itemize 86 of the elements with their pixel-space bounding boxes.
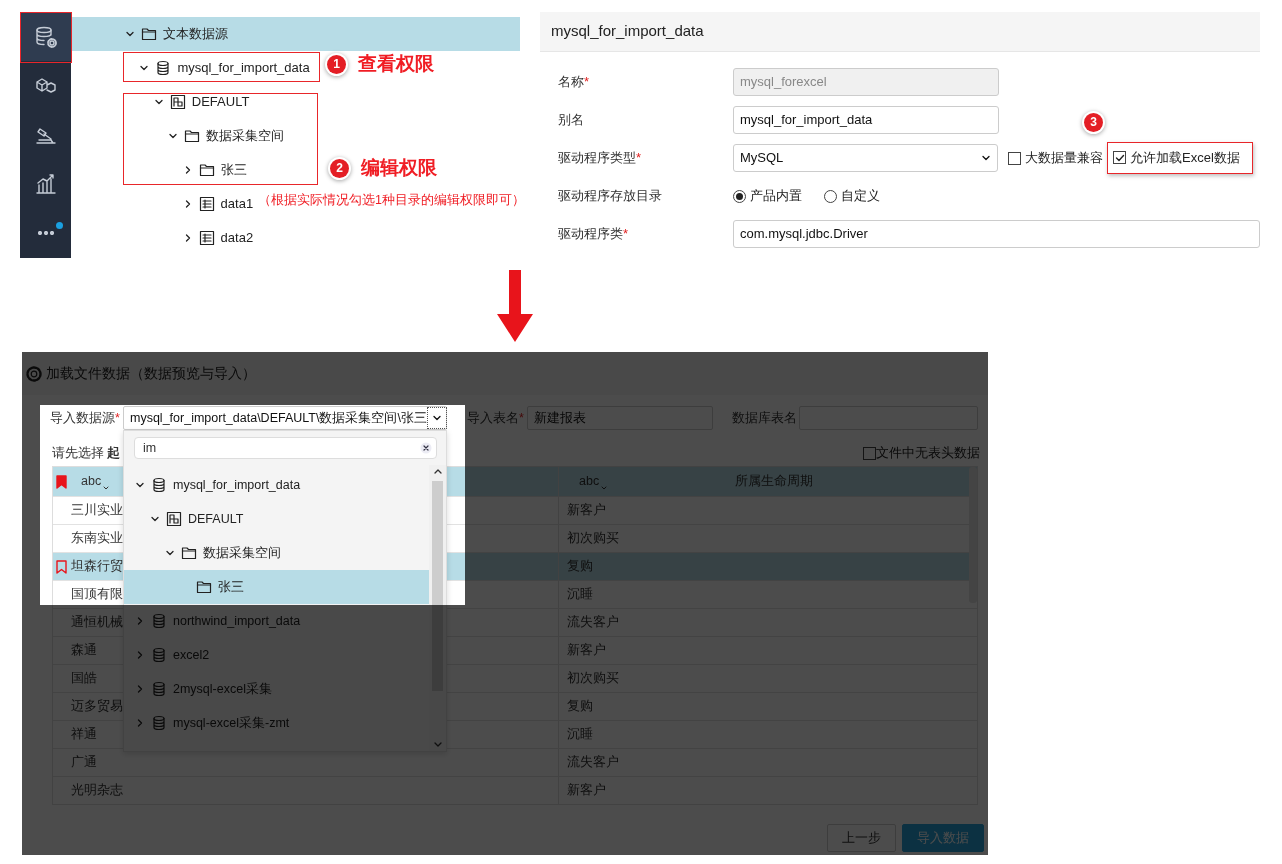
checkbox-option[interactable]: 大数据量兼容 <box>1008 148 1103 168</box>
caret-icon <box>103 484 110 491</box>
callout-note: （根据实际情况勾选1种目录的编辑权限即可） <box>258 192 525 209</box>
checkbox-option[interactable]: 允许加载Excel数据 <box>1113 147 1240 168</box>
folder-icon <box>196 579 212 595</box>
database-gear-icon <box>33 24 58 49</box>
tree-item[interactable]: DEFAULT <box>71 85 256 119</box>
chevron-down-icon <box>431 413 442 423</box>
table-cell-text: 祥通 <box>71 726 97 744</box>
checkbox[interactable] <box>1113 151 1126 165</box>
table-cell-text: 国顶有限 <box>71 586 123 604</box>
table-cell-text: 初次购买 <box>567 670 619 688</box>
tree-item[interactable]: 数据采集空间 <box>71 119 291 153</box>
field-label: 导入数据源* <box>50 409 121 427</box>
field-label: 驱动程序类* <box>558 225 630 244</box>
table-cell-text: 通恒机械 <box>71 614 123 632</box>
table-cell-text: 迈多贸易 <box>71 698 123 716</box>
field-label: 数据库表名 <box>732 409 798 427</box>
grid-icon <box>166 511 182 527</box>
chevron-down-icon[interactable] <box>139 63 150 73</box>
tree-item[interactable]: 张三 <box>71 153 253 187</box>
folder-icon <box>141 26 157 42</box>
database-icon <box>155 60 172 76</box>
notification-dot <box>56 222 63 229</box>
highlight-frame <box>20 12 72 63</box>
table-cell-text: 国皓 <box>71 670 97 688</box>
database-icon <box>151 477 167 493</box>
hint-text: 请先选择 起 <box>52 444 121 462</box>
field-label: 驱动程序存放目录 <box>558 187 663 206</box>
folder-icon <box>198 162 215 178</box>
tree-item[interactable]: data2 <box>71 221 260 255</box>
folder-icon <box>184 128 201 144</box>
chevron-down-icon[interactable] <box>153 97 164 107</box>
search-field[interactable]: im <box>134 437 437 459</box>
chevron-down-icon[interactable] <box>150 514 160 524</box>
input-field[interactable]: com.mysql.jdbc.Driver <box>733 220 1260 248</box>
tree-item[interactable]: data1 <box>71 187 260 221</box>
tree-item[interactable]: 文本数据源 <box>71 17 520 51</box>
scroll-up-icon[interactable] <box>433 468 442 474</box>
field-label: 导入表名* <box>467 409 525 427</box>
table-cell-text: 流失客户 <box>567 754 619 772</box>
more-icon <box>37 230 54 235</box>
table-icon <box>198 230 215 246</box>
bar-chart-icon <box>33 171 58 196</box>
bookmark-outline-icon[interactable] <box>56 559 67 574</box>
input-field[interactable]: mysql_for_import_data <box>733 106 999 134</box>
dialog-title: 加载文件数据（数据预览与导入） <box>46 364 256 383</box>
step-number: 2 <box>330 158 349 178</box>
step-number: 1 <box>327 54 346 74</box>
folder-icon <box>181 545 197 561</box>
field-label: 别名 <box>558 111 585 130</box>
callout-label: 编辑权限 <box>361 156 437 180</box>
tree-item[interactable]: mysql_for_import_data <box>71 51 316 85</box>
table-cell-text: 复购 <box>567 698 593 716</box>
chevron-down-icon[interactable] <box>135 480 145 490</box>
field-label: 驱动程序类型* <box>558 149 643 168</box>
table-cell-text: 初次购买 <box>567 530 619 548</box>
field-label: 名称* <box>558 73 591 92</box>
chevron-down-icon[interactable] <box>125 29 135 39</box>
tree-item[interactable]: 张三 <box>124 570 431 604</box>
radio-button[interactable] <box>733 189 746 203</box>
form-title: mysql_for_import_data <box>540 12 1260 52</box>
clear-icon[interactable] <box>420 442 432 454</box>
down-arrow <box>497 270 533 342</box>
check-icon <box>1114 152 1125 163</box>
callout-label: 查看权限 <box>358 52 434 76</box>
chevron-down-icon[interactable] <box>168 131 179 141</box>
chevron-down-icon <box>981 153 991 163</box>
table-icon <box>198 196 215 212</box>
checkbox[interactable] <box>1008 151 1021 165</box>
chevron-down-icon[interactable] <box>165 548 175 558</box>
radio-option[interactable]: 产品内置 <box>733 186 802 206</box>
type-selector[interactable]: abc <box>81 472 110 491</box>
grid-icon <box>169 94 186 110</box>
table-cell-text: 坦森行贸 <box>71 558 123 576</box>
sidebar-item[interactable] <box>20 12 71 61</box>
table-cell-text: 东南实业 <box>71 530 123 548</box>
radio-button[interactable] <box>824 189 837 203</box>
table-cell-text: 广通 <box>71 754 97 772</box>
table-cell-text: 森通 <box>71 642 97 660</box>
table-cell-text: 三川实业 <box>71 502 123 520</box>
step-number: 3 <box>1084 112 1103 132</box>
bookmark-icon[interactable] <box>56 474 67 489</box>
table-cell-text: 流失客户 <box>567 614 619 632</box>
dropdown-field[interactable]: MySQL <box>733 144 998 172</box>
radio-option[interactable]: 自定义 <box>824 186 880 206</box>
